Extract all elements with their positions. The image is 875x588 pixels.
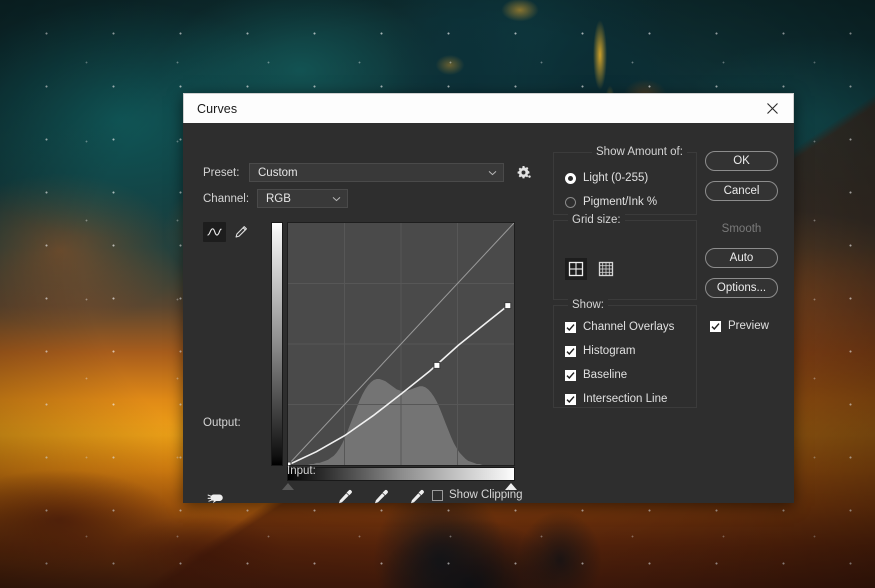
grid-size-title: Grid size: xyxy=(568,214,625,226)
chevron-down-icon xyxy=(485,166,499,180)
grid-10x10-button[interactable] xyxy=(595,258,617,280)
radio-dot xyxy=(565,196,576,208)
channel-value: RGB xyxy=(266,192,291,205)
checkbox-label: Channel Overlays xyxy=(583,321,675,333)
smooth-button: Smooth xyxy=(721,223,762,235)
curve-canvas[interactable] xyxy=(287,222,515,466)
show-panel: Show: Channel Overlays Histogram Baselin… xyxy=(553,299,697,408)
channel-row: Channel: RGB xyxy=(203,189,348,208)
curve-control-point-1[interactable] xyxy=(433,361,441,369)
on-image-adjustment-icon[interactable] xyxy=(204,486,228,508)
eyedropper-group xyxy=(335,487,427,507)
preset-label: Preset: xyxy=(203,166,240,179)
curve-tool-icon[interactable] xyxy=(203,222,226,242)
show-amount-panel: Show Amount of: Light (0-255) Pigment/In… xyxy=(553,146,697,215)
eyedropper-white-point-icon[interactable] xyxy=(407,487,427,507)
curve-control-point-2[interactable] xyxy=(504,302,512,310)
dialog-title: Curves xyxy=(197,101,238,116)
dialog-titlebar[interactable]: Curves xyxy=(183,93,794,123)
cancel-button[interactable]: Cancel xyxy=(705,181,778,201)
input-label: Input: xyxy=(287,465,316,477)
channel-select[interactable]: RGB xyxy=(257,189,348,208)
radio-light[interactable]: Light (0-255) xyxy=(565,172,648,184)
checkbox-histogram[interactable]: Histogram xyxy=(565,345,635,357)
preset-value: Custom xyxy=(258,166,298,179)
dialog-body: Preset: Custom Channel: RGB Output: Inpu… xyxy=(183,123,794,504)
ok-button[interactable]: OK xyxy=(705,151,778,171)
show-amount-title: Show Amount of: xyxy=(592,146,687,158)
grid-4x4-button[interactable] xyxy=(565,258,587,280)
checkbox-box xyxy=(565,345,576,357)
checkbox-label: Baseline xyxy=(583,369,628,381)
eyedropper-gray-point-icon[interactable] xyxy=(371,487,391,507)
gear-icon[interactable] xyxy=(514,164,532,182)
pencil-tool-icon[interactable] xyxy=(229,222,252,242)
checkbox-label: Histogram xyxy=(583,345,636,357)
grid-size-buttons xyxy=(565,258,617,280)
checkbox-box xyxy=(710,320,721,332)
close-icon[interactable] xyxy=(761,98,783,120)
preset-row: Preset: Custom xyxy=(203,163,532,182)
output-label: Output: xyxy=(203,417,241,429)
checkbox-intersection-line[interactable]: Intersection Line xyxy=(565,393,667,405)
preview-label: Preview xyxy=(728,320,769,332)
radio-pigment-ink[interactable]: Pigment/Ink % xyxy=(565,196,657,208)
radio-pigment-label: Pigment/Ink % xyxy=(583,196,658,208)
show-clipping-label: Show Clipping xyxy=(449,489,523,501)
options-button[interactable]: Options... xyxy=(705,278,778,298)
curves-dialog: Curves Preset: Custom Channel: RGB Outpu… xyxy=(183,93,794,504)
checkbox-preview[interactable]: Preview xyxy=(710,320,769,332)
checkbox-box xyxy=(432,489,443,501)
grid-size-panel: Grid size: xyxy=(553,214,697,300)
checkbox-box xyxy=(565,369,576,381)
output-gradient-bar xyxy=(271,222,283,466)
curve-tool-group xyxy=(203,222,252,242)
radio-light-label: Light (0-255) xyxy=(583,172,649,184)
preset-select[interactable]: Custom xyxy=(249,163,504,182)
checkbox-baseline[interactable]: Baseline xyxy=(565,369,627,381)
black-input-slider[interactable] xyxy=(282,483,294,490)
auto-button[interactable]: Auto xyxy=(705,248,778,268)
checkbox-box xyxy=(565,393,576,405)
input-gradient-bar xyxy=(287,467,515,481)
checkbox-channel-overlays[interactable]: Channel Overlays xyxy=(565,321,674,333)
channel-label: Channel: xyxy=(203,192,250,205)
eyedropper-black-point-icon[interactable] xyxy=(335,487,355,507)
show-title: Show: xyxy=(568,299,608,311)
checkbox-label: Intersection Line xyxy=(583,393,668,405)
chevron-down-icon xyxy=(329,192,343,206)
radio-dot xyxy=(565,172,576,184)
show-clipping-checkbox[interactable]: Show Clipping xyxy=(432,489,523,501)
checkbox-box xyxy=(565,321,576,333)
